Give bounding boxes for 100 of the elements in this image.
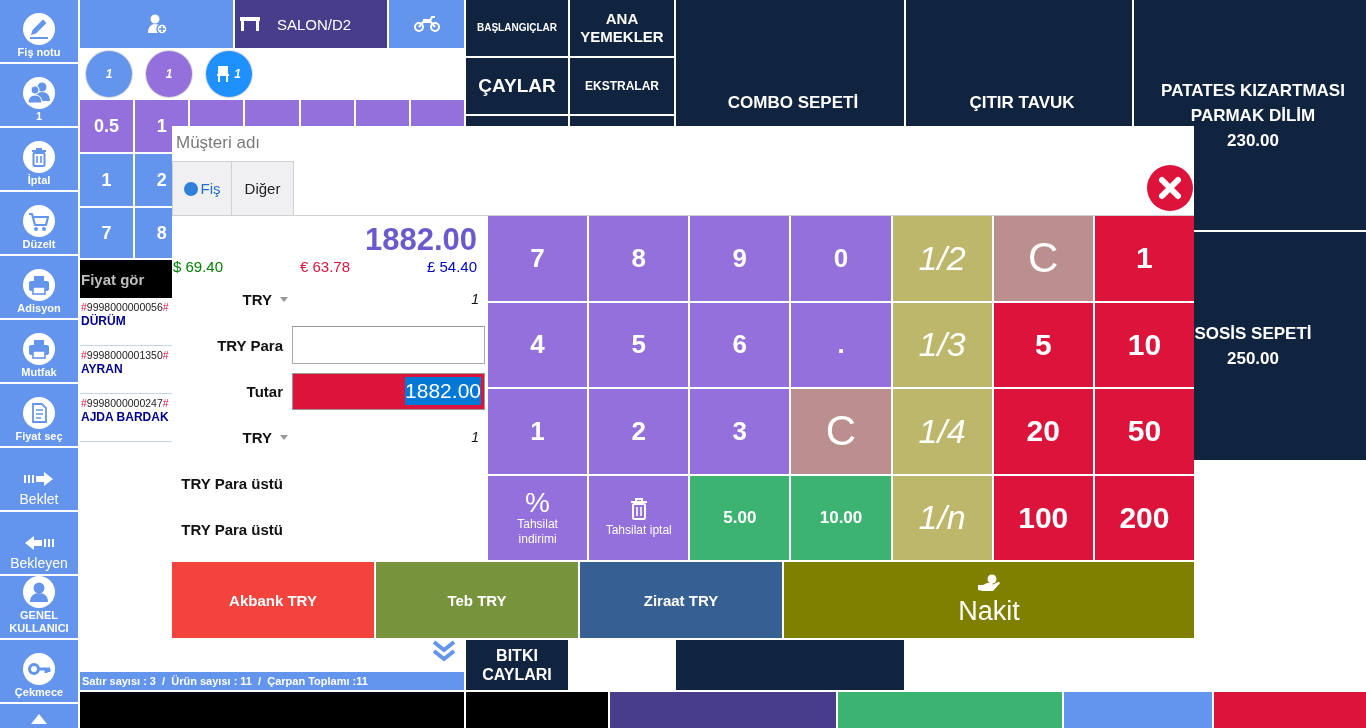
keypad-key[interactable]: 1 [80,154,134,206]
trash-icon [629,497,648,520]
sidebar-button[interactable]: Fiyat seç [0,384,78,446]
keypad-key[interactable]: 0 [791,216,891,301]
printer-icon [23,269,55,301]
arrow-left-icon [24,536,54,550]
double-chevron-down-icon[interactable] [432,640,456,662]
field-label: TRY Para üstü [181,474,283,492]
keypad-key[interactable]: C [791,389,891,474]
keypad-key[interactable]: 10 [1094,302,1194,387]
user-icon [23,576,55,608]
tab[interactable]: Fiş [172,161,232,215]
keypad-key[interactable]: 5.00 [690,475,790,560]
keypad-key[interactable]: 4 [488,302,588,387]
keypad-key[interactable]: % Tahsilat indirimi [488,475,588,560]
caret-down-icon [280,434,288,440]
tab[interactable]: Diğer [232,161,294,215]
sidebar-button[interactable]: 1 [0,64,78,126]
sidebar-button[interactable]: Mutfak [0,320,78,382]
toolbar-button[interactable] [80,0,233,48]
count-badge[interactable]: 1 [86,51,132,97]
cart-icon [23,205,55,237]
users-icon [23,77,55,109]
pencil-icon [23,13,55,45]
category-button[interactable]: ÇAYLAR [466,58,568,114]
keypad-key[interactable]: . [791,302,891,387]
sidebar-button[interactable]: Fiş notu [0,0,78,62]
keypad-key[interactable]: 3 [690,389,790,474]
keypad-key[interactable]: 200 [1094,475,1194,560]
product-code: #9998000000247# [81,397,169,410]
category-button[interactable]: BITKI CAYLARI [466,640,568,690]
keypad-key[interactable]: 1 [1094,216,1194,301]
total-amount: 1882.00 [363,222,478,258]
table-icon [240,17,260,31]
keypad-key[interactable]: 7 [488,216,588,301]
keypad-key[interactable]: 2 [589,389,689,474]
field-label: TRY Para [217,336,283,354]
payment-button[interactable]: Teb TRY [376,562,578,638]
category-button[interactable]: ANA YEMEKLER [570,0,674,56]
triangle-up-icon [31,714,47,724]
key-icon [23,653,55,685]
dot-icon [183,181,198,196]
trash-icon [23,141,55,173]
currency-amount: € 63.78 [299,258,350,276]
close-button[interactable] [1147,164,1193,211]
toolbar-button[interactable] [389,0,464,48]
keypad-key[interactable]: 9 [690,216,790,301]
keypad-key[interactable]: 5 [993,302,1093,387]
keypad-key[interactable]: 10.00 [791,475,891,560]
chair-icon [217,66,230,82]
motorcycle-icon [413,16,440,32]
product-name: DÜRÜM [81,314,126,329]
product-code: #9998000001350# [81,349,169,362]
currency-dropdown[interactable]: TRY [242,428,288,446]
product-name: AYRAN [81,362,123,377]
keypad-key[interactable]: 6 [690,302,790,387]
count-badge[interactable]: 1 [146,51,192,97]
keypad-key[interactable]: 50 [1094,389,1194,474]
exchange-rate: 1 [471,429,479,445]
payment-button[interactable]: Ziraat TRY [580,562,782,638]
count-badge[interactable]: 1 [206,51,252,97]
printer-icon [23,333,55,365]
currency-amount: £ 54.40 [426,258,477,276]
keypad-key[interactable]: 1/2 [892,216,992,301]
keypad-key[interactable]: 8 [589,216,689,301]
sidebar-button[interactable]: Çekmece [0,640,78,702]
keypad-key[interactable]: 20 [993,389,1093,474]
payment-button[interactable]: Akbank TRY [172,562,374,638]
sidebar-button[interactable]: İptal [0,128,78,190]
category-button[interactable]: BAŞLANGIÇLAR [466,0,568,56]
payment-button[interactable]: Nakit [784,562,1194,638]
product-code: #9998000000056# [81,301,169,314]
keypad-key[interactable]: 100 [993,475,1093,560]
sidebar-button[interactable]: Beklet [0,448,78,510]
keypad-key[interactable]: Tahsilat iptal [589,475,689,560]
amount-field[interactable]: 1882.00 [292,372,485,410]
keypad-key[interactable]: 1/3 [892,302,992,387]
keypad-key[interactable]: 1/n [892,475,992,560]
input-field[interactable] [292,326,485,364]
keypad-key[interactable]: 7 [80,208,134,258]
sidebar-button[interactable]: Adisyon [0,256,78,318]
product-name: AJDA BARDAK [81,410,169,425]
keypad-key[interactable]: 5 [589,302,689,387]
category-button[interactable]: EKSTRALAR [570,58,674,114]
hand-coin-icon [977,573,1001,592]
add-user-icon [145,13,168,35]
sidebar-button[interactable]: GENEL KULLANICI [0,576,78,638]
keypad-key[interactable]: 0.5 [80,100,134,152]
keypad-key[interactable]: 1 [488,389,588,474]
toolbar-button[interactable]: SALON/D2 [235,0,387,48]
caret-down-icon [280,296,288,302]
exchange-rate: 1 [471,291,479,307]
currency-amount: $ 69.40 [173,258,224,276]
field-label: Tutar [246,382,283,400]
keypad-key[interactable]: C [993,216,1093,301]
sidebar-button[interactable] [0,704,78,728]
currency-dropdown[interactable]: TRY [242,290,288,308]
keypad-key[interactable]: 1/4 [892,389,992,474]
sidebar-button[interactable]: Düzelt [0,192,78,254]
sidebar-button[interactable]: Bekleyen [0,512,78,574]
